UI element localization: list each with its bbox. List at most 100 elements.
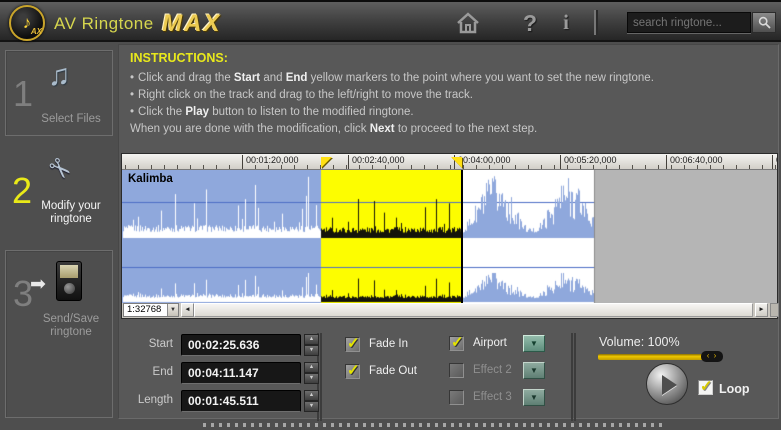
effect-1-checkbox[interactable]	[449, 333, 464, 351]
end-row: End ▲▼	[125, 362, 319, 384]
help-icon[interactable]: ?	[518, 10, 542, 37]
effect-2-checkbox[interactable]	[449, 363, 464, 378]
fade-out-checkbox[interactable]	[345, 361, 360, 379]
logo-ax-glyph: AX	[30, 27, 42, 36]
bullet-glyph: •	[130, 72, 135, 84]
length-spin-up-button[interactable]: ▲	[304, 390, 319, 401]
step-number: 3	[13, 273, 34, 314]
instruction-line: When you are done with the modification,…	[130, 121, 772, 138]
waveform-canvas[interactable]	[122, 170, 777, 303]
end-spin-up-button[interactable]: ▲	[304, 362, 319, 373]
instruction-text: to proceed to the next step.	[394, 123, 538, 135]
zoom-level-combo[interactable]: 1:32768 ▼	[123, 303, 179, 317]
start-marker-icon[interactable]	[321, 157, 332, 168]
step-label: Select Files	[41, 113, 101, 125]
playback-cursor[interactable]	[461, 170, 463, 303]
bullet-glyph: •	[130, 89, 135, 101]
instruction-text: Start	[233, 72, 261, 84]
play-icon	[662, 375, 677, 395]
ruler-time-label: 00:02:40,000	[348, 155, 405, 169]
scrollbar-thumb[interactable]	[194, 303, 753, 317]
sidebar-item-modify-ringtone[interactable]: 2 ✂ Modify your ringtone	[5, 148, 113, 252]
step-label: Modify your ringtone	[41, 200, 101, 225]
wave-bottom-bar: 1:32768 ▼ ◄ ►	[122, 303, 779, 318]
steps-sidebar: 1 ♫ Select Files 2 ✂ Modify your rington…	[0, 44, 118, 430]
audio-track[interactable]: Kalimba	[122, 170, 777, 303]
instruction-text: Play	[185, 106, 209, 118]
instruction-text: and	[260, 72, 286, 84]
zoom-level-value: 1:32768	[127, 304, 162, 315]
ruler-time-label: 00:01:20,000	[242, 155, 299, 169]
send-to-device-icon: ➡	[30, 261, 88, 305]
instruction-text: Click the	[138, 106, 186, 118]
scissors-icon: ✂	[40, 150, 78, 188]
instruction-text: Right click on the track and drag to the…	[138, 89, 473, 101]
music-note-icon: ♫	[47, 59, 71, 92]
instruction-line: • Click and drag the Start and End yellow…	[130, 70, 772, 87]
instruction-text: yellow markers to the point where you wa…	[307, 72, 654, 84]
instruction-line: • Right click on the track and drag to th…	[130, 87, 772, 104]
fade-in-label: Fade In	[369, 338, 408, 350]
length-stepper: ▲ ▼	[304, 390, 319, 412]
separator	[571, 333, 576, 421]
instruction-line: • Click the Play button to listen to the …	[130, 104, 772, 121]
sidebar-item-select-files[interactable]: 1 ♫ Select Files	[5, 50, 113, 136]
end-stepper: ▲ ▼	[304, 362, 319, 384]
chevron-down-icon[interactable]: ▼	[167, 304, 178, 316]
ruler-time-label: 00:06:40,000	[666, 155, 723, 169]
end-field[interactable]	[181, 362, 301, 384]
step-label: Send/Save ringtone	[42, 313, 100, 338]
info-icon[interactable]: i	[558, 10, 574, 35]
effect-3-checkbox[interactable]	[449, 390, 464, 405]
header-divider	[594, 10, 598, 35]
effect-2-label: Effect 2	[473, 364, 512, 376]
start-spin-down-button[interactable]: ▼	[304, 345, 319, 356]
home-icon[interactable]	[455, 11, 481, 35]
search-button[interactable]	[752, 12, 776, 33]
app-logo-icon: ♪ AX	[9, 5, 45, 41]
start-row: Start ▲▼	[125, 334, 319, 356]
volume-slider-handle[interactable]: ‹ ›	[701, 351, 723, 362]
length-field[interactable]	[181, 390, 301, 412]
bottom-grip-texture	[203, 423, 666, 427]
sidebar-item-send-save-ringtone[interactable]: ➡ 3 Send/Save ringtone	[5, 250, 113, 418]
av-ringtone-max-window: ♪ AX AV Ringtone MAX ? i search ringtone…	[0, 0, 781, 430]
start-label: Start	[148, 338, 173, 350]
loop-checkbox[interactable]	[698, 377, 713, 395]
waveform-editor: 00:01:20,000 00:02:40,000 00:04:00,000 00:0…	[121, 153, 779, 319]
effect-1-label: Airport	[473, 337, 507, 349]
instructions-title: INSTRUCTIONS:	[130, 51, 228, 65]
search-box	[627, 12, 751, 33]
app-title: AV Ringtone MAX	[54, 10, 222, 37]
ruler-time-label: 00:08:00,000	[772, 155, 777, 169]
volume-slider[interactable]: ‹ ›	[598, 351, 723, 362]
length-row: Length ▲▼	[125, 390, 319, 412]
start-spin-up-button[interactable]: ▲	[304, 334, 319, 345]
scroll-right-button[interactable]: ►	[755, 303, 768, 317]
timeline-ruler[interactable]: 00:01:20,000 00:02:40,000 00:04:00,000 00:0…	[122, 154, 777, 170]
start-field[interactable]	[181, 334, 301, 356]
instruction-text: button to listen to the modified rington…	[209, 106, 414, 118]
instruction-text: End	[285, 72, 308, 84]
scroll-left-button[interactable]: ◄	[181, 303, 194, 317]
start-stepper: ▲ ▼	[304, 334, 319, 356]
search-input[interactable]	[628, 13, 750, 33]
end-marker-icon[interactable]	[451, 157, 462, 168]
fade-in-checkbox[interactable]	[345, 334, 360, 352]
effect-2-dropdown-button[interactable]: ▼	[523, 362, 545, 379]
instruction-text: When you are done with the modification,…	[130, 123, 370, 135]
length-spin-down-button[interactable]: ▼	[304, 401, 319, 412]
instruction-text: Click and drag the	[138, 72, 234, 84]
ruler-time-label: 00:04:00,000	[454, 155, 511, 169]
bullet-glyph: •	[130, 106, 135, 118]
effect-3-dropdown-button[interactable]: ▼	[523, 389, 545, 406]
track-name: Kalimba	[128, 173, 173, 185]
instructions-block: INSTRUCTIONS: • Click and drag the Start …	[130, 51, 772, 138]
main-panel: INSTRUCTIONS: • Click and drag the Start …	[118, 44, 779, 421]
loop-label: Loop	[719, 382, 750, 396]
effect-1-dropdown-button[interactable]: ▼	[523, 335, 545, 352]
end-spin-down-button[interactable]: ▼	[304, 373, 319, 384]
ruler-time-label: 00:05:20,000	[560, 155, 617, 169]
play-button[interactable]	[646, 363, 688, 405]
search-icon	[758, 16, 771, 29]
